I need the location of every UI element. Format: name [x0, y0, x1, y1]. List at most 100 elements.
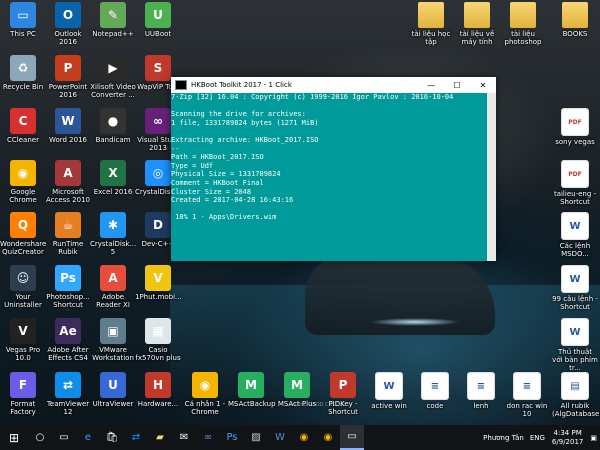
bandicam-icon: ● — [100, 108, 126, 134]
desktop-icon-don-rac[interactable]: ≡ don rac win 10 — [504, 372, 550, 418]
desktop-icon-tailieu-photoshop[interactable]: tài liệu photoshop — [500, 2, 546, 46]
canhan-icon: ◉ — [192, 372, 218, 398]
visual-studio-icon: ∞ — [145, 108, 171, 134]
desktop-icon-label: Xilisoft Video Converter ... — [90, 83, 136, 99]
taskbar-chrome-icon[interactable]: ◉ — [292, 425, 316, 450]
desktop-icon-label: MSAct Plus — [277, 400, 317, 408]
desktop-icon-chrome[interactable]: ◉ Google Chrome — [0, 160, 46, 204]
desktop-icon-ccleaner[interactable]: C CCleaner — [0, 108, 46, 144]
console-titlebar[interactable]: HKBoot Toolkit 2017 - 1 Click — ☐ ✕ — [171, 77, 496, 93]
desktop-icon-photoshop-shortcut[interactable]: Ps Photoshop... Shortcut — [45, 265, 91, 309]
start-button[interactable]: ⊞ — [0, 425, 28, 450]
notepadpp-icon: ✎ — [100, 2, 126, 28]
taskbar-vs-icon[interactable]: ∞ — [196, 425, 220, 450]
console-line: Extracting archive: HKBoot_2017.ISO — [171, 135, 319, 144]
desktop-icon-uuboot[interactable]: U UUBoot — [135, 2, 181, 38]
adobe-reader-icon: A — [100, 265, 126, 291]
minimize-button[interactable]: — — [418, 81, 444, 90]
desktop-icon-pidkey[interactable]: P PIDKey - Shortcut — [320, 372, 366, 416]
desktop-icon-format-factory[interactable]: F Format Factory — [0, 372, 46, 416]
taskbar-photos-icon[interactable]: ▨ — [244, 425, 268, 450]
desktop-icon-notepadpp[interactable]: ✎ Notepad++ — [90, 2, 136, 38]
desktop-icon-label: TeamViewer 12 — [46, 400, 90, 416]
desktop-icon-teamviewer[interactable]: ⇄ TeamViewer 12 — [45, 372, 91, 416]
console-window[interactable]: HKBoot Toolkit 2017 - 1 Click — ☐ ✕ 7-Zi… — [171, 77, 496, 261]
desktop-icon-this-pc[interactable]: ▭ This PC — [0, 2, 46, 38]
recycle-bin-icon: ♻ — [10, 55, 36, 81]
taskbar-chrome2-icon[interactable]: ◉ — [316, 425, 340, 450]
desktop-icon-powerpoint[interactable]: P PowerPoint 2016 — [45, 55, 91, 99]
desktop-icon-code[interactable]: ≡ code — [412, 372, 458, 410]
desktop-icon-bandicam[interactable]: ● Bandicam — [90, 108, 136, 144]
console-line: Cluster Size = 2048 — [171, 187, 252, 196]
desktop-icon-hardware[interactable]: H Hardware... — [135, 372, 181, 408]
console-scrollbar[interactable] — [487, 93, 496, 261]
console-output[interactable]: 7-Zip [32] 16.04 : Copyright (c) 1999-20… — [171, 93, 496, 261]
desktop-icon-msactbackup[interactable]: M MSActBackup — [228, 372, 276, 408]
taskbar-word-icon[interactable]: W — [268, 425, 292, 450]
format-factory-icon: F — [10, 372, 36, 398]
maximize-button[interactable]: ☐ — [444, 81, 470, 90]
close-button[interactable]: ✕ — [470, 81, 496, 90]
desktop-icon-canhan[interactable]: ◉ Cá nhân 1 - Chrome — [182, 372, 228, 416]
desktop-icon-wondershare[interactable]: Q Wondershare QuizCreator — [0, 212, 46, 256]
taskbar-teamviewer-icon[interactable]: ⇄ — [124, 425, 148, 450]
taskbar-explorer-icon[interactable]: ▰ — [148, 425, 172, 450]
desktop-icon-label: BOOKS — [562, 30, 588, 38]
console-line: Type = Udf — [171, 161, 214, 170]
taskbar-mail-icon[interactable]: ✉ — [172, 425, 196, 450]
desktop-icon-runtime[interactable]: ☕ RunTime Rubik — [45, 212, 91, 256]
desktop-icon-1phut[interactable]: V 1Phut.mobi... — [135, 265, 182, 301]
active-win-icon: W — [375, 372, 403, 400]
tailieu-may-tinh-icon — [464, 2, 490, 28]
desktop-icon-casio[interactable]: ▦ Casio fx570vn plus — [135, 318, 181, 362]
clock-date: 6/9/2017 — [551, 437, 584, 446]
notifications-icon[interactable]: ▣ — [587, 434, 600, 442]
desktop-icon-thu-thuat[interactable]: W Thủ thuật với bàn phím tr... — [552, 318, 598, 372]
desktop-icon-all-rubik[interactable]: ▤ All rubik (AlgDatabase) — [552, 372, 600, 418]
wallpaper-car-light — [370, 318, 460, 326]
chrome-icon: ◉ — [10, 160, 36, 186]
desktop-icon-ultraviewer[interactable]: U UltraViewer — [90, 372, 136, 408]
tray-language[interactable]: ENG — [527, 434, 548, 442]
desktop-icon-99-cau-lenh[interactable]: W 99 câu lệnh - Shortcut — [552, 265, 598, 311]
desktop-icon-cac-lenh-msdos[interactable]: W Các lệnh MSDO... — [552, 212, 598, 258]
taskbar-store-icon[interactable]: 🛍 — [100, 425, 124, 450]
taskbar-console-icon[interactable]: ▭ — [340, 425, 364, 450]
desktop-icon-label: Microsoft Access 2010 — [45, 188, 90, 204]
taskbar-edge-icon[interactable]: e — [76, 425, 100, 450]
task-view-button[interactable]: ▭ — [52, 425, 76, 450]
desktop-icon-word[interactable]: W Word 2016 — [45, 108, 91, 144]
desktop-icon-after-effects[interactable]: Ae Adobe After Effects CS4 — [45, 318, 91, 362]
desktop-icon-active-win[interactable]: Wactive win — [366, 372, 412, 410]
desktop-icon-access[interactable]: A Microsoft Access 2010 — [45, 160, 91, 204]
desktop-icon-msact-plus[interactable]: M MSAct Plus — [274, 372, 320, 408]
desktop-icon-label: CCleaner — [7, 136, 39, 144]
desktop-icon-adobe-reader[interactable]: A Adobe Reader XI — [90, 265, 136, 309]
search-button[interactable]: ○ — [28, 425, 52, 450]
desktop-icon-crystaldisk5[interactable]: ✱ CrystalDisk... 5 — [90, 212, 136, 256]
after-effects-icon: Ae — [55, 318, 81, 344]
pidkey-icon: P — [330, 372, 356, 398]
tray-user[interactable]: Phương Tân — [480, 434, 527, 442]
desktop-icon-lenh[interactable]: ≡ lenh — [458, 372, 504, 410]
desktop-icon-tailieu-eng[interactable]: PDF tailieu-eng - Shortcut — [552, 160, 598, 206]
desktop-icon-books[interactable]: BOOKS — [552, 2, 598, 38]
desktop-icon-tailieu-hoc-tap[interactable]: tài liệu học tập — [408, 2, 454, 46]
uuboot-icon: U — [145, 2, 171, 28]
desktop-icon-vmware[interactable]: ▣ VMware Workstation — [90, 318, 136, 362]
desktop-icon-recycle-bin[interactable]: ♻ Recycle Bin — [0, 55, 46, 91]
system-tray: Phương Tân ENG 4:34 PM 6/9/2017 ▣ — [480, 425, 600, 450]
desktop-icon-uninstaller[interactable]: ☺ Your Uninstaller — [0, 265, 46, 309]
console-line: Path = HKBoot_2017.ISO — [171, 153, 264, 162]
desktop-icon-excel[interactable]: X Excel 2016 — [90, 160, 136, 196]
desktop-icon-outlook[interactable]: O Outlook 2016 — [45, 2, 91, 46]
desktop-icon-tailieu-may-tinh[interactable]: tài liệu về máy tính — [454, 2, 500, 46]
desktop-icon-sony-vegas[interactable]: PDF sony vegas — [552, 108, 598, 146]
desktop-icon-vegas[interactable]: V Vegas Pro 10.0 — [0, 318, 46, 362]
desktop-icon-label: tài liệu về máy tính — [459, 30, 495, 46]
desktop-icon-xilisoft[interactable]: ▶ Xilisoft Video Converter ... — [90, 55, 136, 99]
access-icon: A — [55, 160, 81, 186]
clock[interactable]: 4:34 PM 6/9/2017 — [548, 429, 587, 447]
taskbar-photoshop-icon[interactable]: Ps — [220, 425, 244, 450]
